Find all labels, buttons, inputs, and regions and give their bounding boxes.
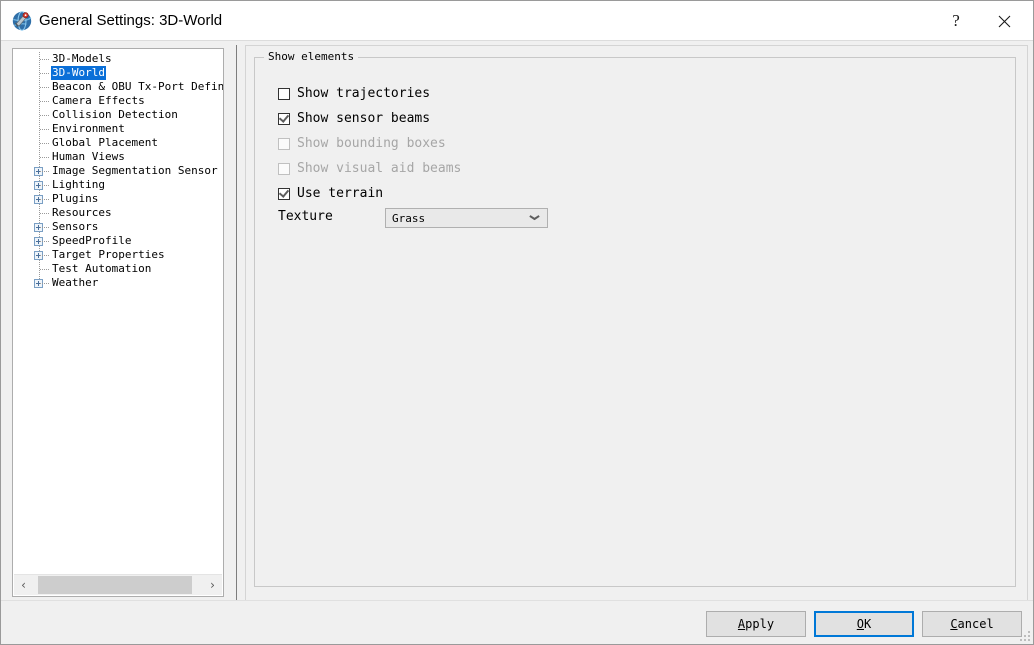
scroll-right-arrow-icon[interactable]: ›: [203, 575, 222, 595]
tree-item[interactable]: Target Properties: [13, 248, 223, 262]
show-elements-group: Show elements Show trajectories Show sens…: [254, 50, 1016, 587]
tree-item-label: Target Properties: [52, 248, 165, 261]
close-button[interactable]: [981, 1, 1027, 40]
close-icon: [998, 13, 1011, 28]
tree-item-label: Weather: [52, 276, 99, 289]
tree-item-label: Camera Effects: [52, 94, 145, 107]
tree-item-label: Lighting: [52, 178, 105, 191]
tree-connector-line: [40, 185, 49, 186]
tree-connector-line: [40, 87, 49, 88]
tree-item[interactable]: 3D-Models: [13, 52, 223, 66]
tree-item-label: Plugins: [52, 192, 99, 205]
tree-connector-line: [40, 143, 49, 144]
tree-item-label: Resources: [52, 206, 112, 219]
tree-horizontal-scrollbar[interactable]: ‹ ›: [14, 574, 222, 595]
tree-connector-line: [40, 115, 49, 116]
tree-connector-line: [40, 199, 49, 200]
question-mark-icon: ?: [952, 11, 960, 30]
tree-item[interactable]: 3D-World: [13, 66, 223, 80]
tree-item[interactable]: Human Views: [13, 150, 223, 164]
settings-tree[interactable]: 3D-Models 3D-World Beacon & OBU Tx-Port De…: [13, 52, 223, 570]
tree-connector-line: [40, 59, 49, 60]
scroll-left-arrow-icon[interactable]: ‹: [14, 575, 33, 595]
dialog-footer: Apply OK Cancel: [1, 600, 1033, 644]
ok-button[interactable]: OK: [814, 611, 914, 637]
texture-row: Texture Grass: [255, 208, 655, 228]
tree-item-label: Image Segmentation Sensor: [52, 164, 218, 177]
title-bar: General Settings: 3D-World ?: [1, 1, 1033, 41]
tree-item[interactable]: Sensors: [13, 220, 223, 234]
tree-connector-line: [40, 171, 49, 172]
tree-item-label: SpeedProfile: [52, 234, 132, 247]
checkbox-checked-icon[interactable]: [278, 112, 290, 125]
check-mark-icon: [278, 187, 290, 198]
tree-connector-line: [40, 157, 49, 158]
globe-satellite-icon: [11, 10, 33, 32]
tree-item[interactable]: Camera Effects: [13, 94, 223, 108]
help-button[interactable]: ?: [933, 1, 979, 40]
texture-label: Texture: [278, 209, 333, 224]
checkbox-unchecked-icon: [278, 138, 290, 150]
resize-grip[interactable]: [1017, 628, 1030, 641]
checkbox-label: Show visual aid beams: [297, 161, 462, 176]
tree-connector-line: [40, 73, 49, 74]
tree-item-label: Beacon & OBU Tx-Port Definitio: [52, 80, 223, 93]
tree-item[interactable]: SpeedProfile: [13, 234, 223, 248]
checkbox-checked-icon[interactable]: [278, 187, 290, 200]
settings-content-panel: Show elements Show trajectories Show sens…: [245, 45, 1028, 601]
tree-item-label: 3D-Models: [52, 52, 112, 65]
apply-button[interactable]: Apply: [706, 611, 806, 637]
checkbox-unchecked-icon: [278, 163, 290, 175]
tree-item-label: Collision Detection: [52, 108, 178, 121]
general-settings-dialog: General Settings: 3D-World ? 3D-Models 3D…: [0, 0, 1034, 645]
group-title: Show elements: [264, 50, 359, 63]
panel-splitter[interactable]: [234, 45, 239, 601]
checkbox-label: Show bounding boxes: [297, 136, 446, 151]
tree-connector-line: [40, 227, 49, 228]
chevron-down-icon: [530, 215, 539, 220]
tree-item-label: Human Views: [52, 150, 125, 163]
tree-connector-line: [40, 241, 49, 242]
checkbox-label: Show trajectories: [297, 86, 431, 101]
checkbox-label: Show sensor beams: [297, 111, 431, 126]
tree-item[interactable]: Collision Detection: [13, 108, 223, 122]
ok-button-label-rest: K: [864, 617, 872, 631]
tree-item[interactable]: Weather: [13, 276, 223, 290]
check-mark-icon: [278, 112, 290, 123]
checkbox-unchecked-icon[interactable]: [278, 88, 290, 100]
tree-item[interactable]: Test Automation: [13, 262, 223, 276]
tree-item[interactable]: Beacon & OBU Tx-Port Definitio: [13, 80, 223, 94]
tree-item[interactable]: Global Placement: [13, 136, 223, 150]
tree-item-label: 3D-World: [51, 66, 106, 80]
tree-item[interactable]: Image Segmentation Sensor: [13, 164, 223, 178]
tree-item-label: Global Placement: [52, 136, 158, 149]
tree-connector-line: [40, 255, 49, 256]
tree-item-label: Sensors: [52, 220, 99, 233]
tree-item[interactable]: Resources: [13, 206, 223, 220]
settings-tree-panel[interactable]: 3D-Models 3D-World Beacon & OBU Tx-Port De…: [12, 48, 224, 597]
checkbox-label: Use terrain: [297, 186, 384, 201]
tree-connector-line: [40, 101, 49, 102]
tree-item[interactable]: Lighting: [13, 178, 223, 192]
cancel-button[interactable]: Cancel: [922, 611, 1022, 637]
tree-connector-line: [40, 213, 49, 214]
tree-item[interactable]: Environment: [13, 122, 223, 136]
window-title: General Settings: 3D-World: [39, 12, 223, 29]
tree-item-label: Environment: [52, 122, 125, 135]
scrollbar-thumb[interactable]: [38, 576, 192, 594]
cancel-button-label-rest: ancel: [957, 617, 994, 631]
tree-connector-line: [40, 269, 49, 270]
tree-item[interactable]: Plugins: [13, 192, 223, 206]
texture-select[interactable]: Grass: [385, 208, 548, 228]
tree-connector-line: [40, 129, 49, 130]
tree-connector-line: [40, 283, 49, 284]
tree-item-label: Test Automation: [52, 262, 152, 275]
texture-selected-value: Grass: [392, 212, 426, 225]
apply-button-label-rest: pply: [745, 617, 775, 631]
